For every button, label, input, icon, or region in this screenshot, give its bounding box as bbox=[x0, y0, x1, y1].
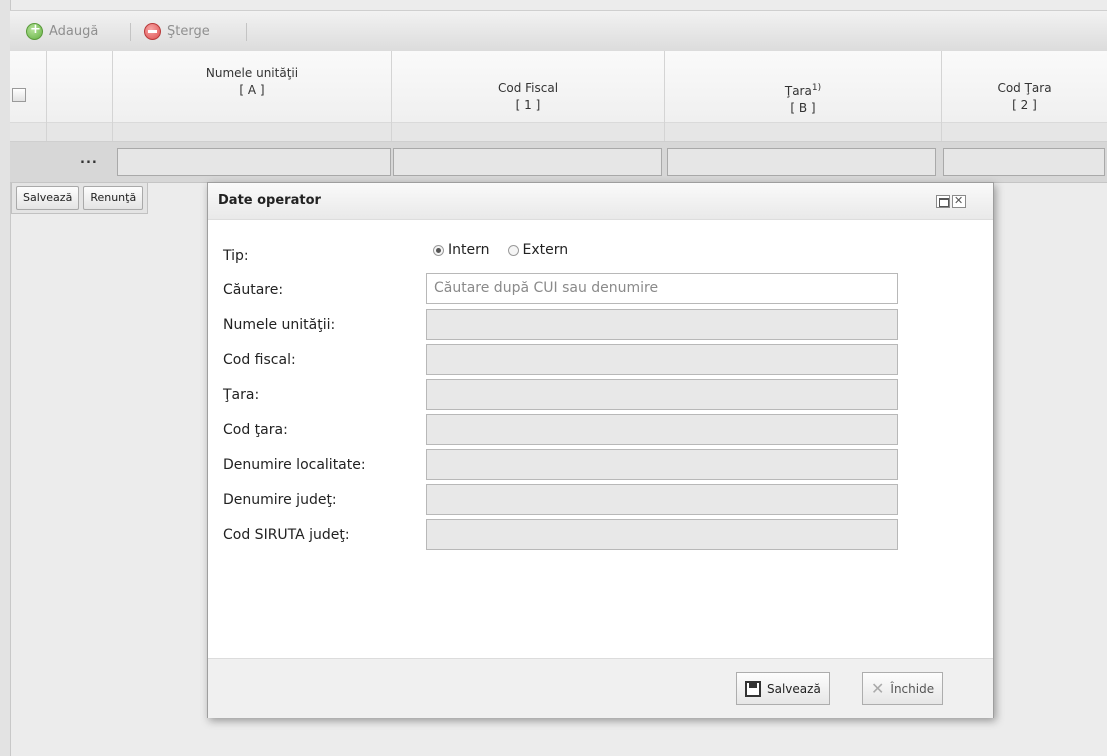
column-header-fiscal-code[interactable]: Cod Fiscal [ 1 ] bbox=[392, 51, 665, 141]
row-editor-marker: ... bbox=[80, 152, 98, 167]
field-label-county: Denumire judeţ: bbox=[223, 492, 337, 508]
field-label-siruta: Cod SIRUTA judeţ: bbox=[223, 527, 350, 543]
country-code-field bbox=[426, 414, 898, 445]
column-code: [ 2 ] bbox=[1012, 98, 1037, 112]
add-button-label: Adaugă bbox=[49, 23, 99, 39]
save-icon bbox=[745, 680, 761, 697]
dialog-body: Tip: Intern Extern Căutare: Căutare după… bbox=[208, 220, 993, 658]
grid-header-row-col bbox=[47, 51, 113, 141]
radio-intern[interactable] bbox=[433, 244, 444, 256]
close-x-icon: ✕ bbox=[871, 679, 885, 698]
save-button-label: Salvează bbox=[767, 681, 821, 696]
fiscal-code-field bbox=[426, 344, 898, 375]
grid-edit-row: ... bbox=[10, 142, 1107, 183]
field-label-fiscal-code: Cod fiscal: bbox=[223, 352, 296, 368]
type-label: Tip: bbox=[223, 248, 249, 264]
column-title: Cod Fiscal bbox=[497, 81, 559, 95]
unit-name-field bbox=[426, 309, 898, 340]
grid-toolbar: Adaugă Şterge bbox=[10, 10, 1107, 52]
dialog-footer: Salvează ✕ Închide bbox=[208, 658, 993, 718]
maximize-icon[interactable] bbox=[936, 195, 950, 208]
row-cancel-button[interactable]: Renunţă bbox=[83, 186, 144, 210]
add-icon bbox=[26, 22, 43, 40]
column-title: Numele unităţii bbox=[205, 66, 299, 80]
column-code: [ 1 ] bbox=[515, 98, 541, 112]
column-header-country-code[interactable]: Cod Ţara [ 2 ] bbox=[942, 51, 1107, 141]
toolbar-separator bbox=[246, 23, 247, 41]
add-button[interactable]: Adaugă bbox=[26, 22, 98, 40]
field-label-country-code: Cod ţara: bbox=[223, 422, 288, 438]
edit-cell-country[interactable] bbox=[667, 148, 936, 176]
radio-extern-label[interactable]: Extern bbox=[523, 242, 569, 258]
toolbar-separator bbox=[130, 23, 131, 41]
radio-intern-label[interactable]: Intern bbox=[448, 242, 490, 258]
column-header-name[interactable]: Numele unităţii [ A ] bbox=[113, 51, 392, 141]
delete-icon bbox=[144, 22, 161, 40]
column-footnote: 1) bbox=[811, 83, 822, 93]
search-label: Căutare: bbox=[223, 282, 284, 298]
field-label-unit-name: Numele unităţii: bbox=[223, 317, 336, 333]
field-label-locality: Denumire localitate: bbox=[223, 457, 366, 473]
select-all-checkbox[interactable] bbox=[12, 88, 26, 102]
save-button[interactable]: Salvează bbox=[736, 672, 830, 705]
country-field bbox=[426, 379, 898, 410]
close-icon[interactable] bbox=[952, 194, 966, 208]
column-code: [ A ] bbox=[239, 83, 265, 97]
dialog-title: Date operator bbox=[218, 193, 321, 208]
operator-dialog: Date operator Tip: Intern Extern Căutare… bbox=[207, 182, 994, 718]
county-field bbox=[426, 484, 898, 515]
close-button[interactable]: ✕ Închide bbox=[862, 672, 944, 705]
column-title: Cod Ţara bbox=[997, 81, 1052, 95]
radio-extern[interactable] bbox=[507, 244, 519, 256]
row-save-button[interactable]: Salvează bbox=[16, 186, 80, 210]
edit-cell-country-code[interactable] bbox=[943, 148, 1105, 176]
column-code: [ B ] bbox=[790, 101, 816, 115]
row-editor-buttons: Salvează Renunţă bbox=[11, 183, 149, 214]
column-title: Ţara bbox=[784, 84, 812, 98]
grid-header: Numele unităţii [ A ] Cod Fiscal [ 1 ] Ţar… bbox=[10, 51, 1107, 142]
search-input[interactable]: Căutare după CUI sau denumire bbox=[426, 273, 898, 304]
edit-cell-name[interactable] bbox=[117, 148, 391, 176]
close-button-label: Închide bbox=[890, 681, 935, 696]
locality-field bbox=[426, 449, 898, 480]
dialog-title-bar[interactable]: Date operator bbox=[208, 183, 993, 220]
delete-button[interactable]: Şterge bbox=[144, 22, 210, 40]
siruta-field bbox=[426, 519, 898, 550]
field-label-country: Ţara: bbox=[223, 387, 260, 403]
edit-cell-fiscal-code[interactable] bbox=[393, 148, 662, 176]
column-header-country[interactable]: Ţara1) [ B ] bbox=[665, 51, 942, 141]
type-radio-group: Intern Extern bbox=[433, 242, 568, 258]
delete-button-label: Şterge bbox=[167, 23, 210, 39]
